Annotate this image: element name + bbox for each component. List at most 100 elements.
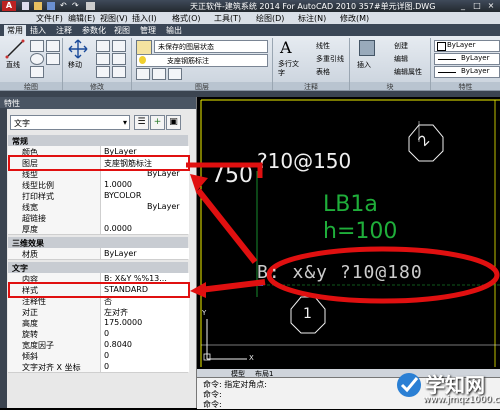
- group-block: 块: [350, 82, 430, 91]
- mtext-label: 多行文字: [278, 60, 299, 77]
- prop-value[interactable]: 0.8040: [100, 339, 189, 350]
- palette-side-strip[interactable]: [0, 108, 7, 408]
- prop-value[interactable]: 0.0000: [100, 223, 189, 234]
- line-tool-label: 直线: [6, 61, 20, 69]
- layer-current-combo[interactable]: 支座钢筋标注: [136, 54, 268, 67]
- prop-row-material[interactable]: 材质 ByLayer: [8, 248, 189, 260]
- mtext-tool[interactable]: A 多行文字: [276, 38, 302, 78]
- menu-insert[interactable]: 插入(I): [132, 13, 157, 24]
- line-tool[interactable]: 直线: [4, 38, 26, 69]
- menu-file[interactable]: 文件(F): [36, 13, 63, 24]
- prop-value[interactable]: 1.0000: [100, 179, 189, 190]
- close-button[interactable]: ×: [484, 1, 498, 11]
- circle-icon[interactable]: [30, 53, 44, 65]
- tab-view[interactable]: 视图: [114, 25, 130, 36]
- section-general[interactable]: 常规: [8, 135, 188, 146]
- tab-annotate[interactable]: 注释: [56, 25, 72, 36]
- menu-view[interactable]: 视图(V): [100, 13, 128, 24]
- prop-value[interactable]: [100, 212, 189, 223]
- quick-access-toolbar[interactable]: ↶ ↷: [22, 1, 114, 10]
- scale-icon[interactable]: [112, 66, 126, 78]
- prop-value[interactable]: 0: [100, 361, 189, 372]
- rebar-label-top[interactable]: ?10@150: [257, 149, 351, 173]
- selection-type-combo[interactable]: 文字 ▾: [10, 115, 130, 130]
- menu-edit[interactable]: 编辑(E): [68, 13, 95, 24]
- create-block-button[interactable]: 创建: [394, 41, 408, 51]
- minimize-button[interactable]: _: [456, 1, 470, 11]
- layer-tool-icon[interactable]: [136, 68, 150, 80]
- print-icon[interactable]: [86, 2, 95, 10]
- prop-row-text-align-x[interactable]: 文字对齐 X 坐标 0: [8, 361, 189, 373]
- prop-value[interactable]: 0: [100, 328, 189, 339]
- layer-tool-icon[interactable]: [152, 68, 166, 80]
- open-icon[interactable]: [34, 2, 42, 10]
- tab-manage[interactable]: 管理: [140, 25, 156, 36]
- move-tool-label: 移动: [68, 61, 82, 69]
- undo-icon[interactable]: ↶: [60, 1, 67, 10]
- menu-modify[interactable]: 修改(M): [340, 13, 369, 24]
- save-icon[interactable]: [47, 2, 55, 10]
- app-logo[interactable]: A: [2, 1, 16, 11]
- stretch-icon[interactable]: [96, 66, 110, 78]
- edit-block-button[interactable]: 编辑: [394, 54, 408, 64]
- prop-value[interactable]: 175.0000: [100, 317, 189, 328]
- linear-dim-button[interactable]: 线性: [316, 41, 330, 51]
- tab-output[interactable]: 输出: [166, 25, 182, 36]
- layer-state-value: 未保存的图层状态: [158, 43, 214, 51]
- group-annotation: 注释: [273, 82, 349, 91]
- edit-attributes-button[interactable]: 编辑属性: [394, 67, 422, 77]
- tab-insert[interactable]: 插入: [30, 25, 46, 36]
- copy-icon[interactable]: [96, 53, 110, 65]
- add-selection-icon[interactable]: +: [150, 115, 165, 130]
- menu-dimension[interactable]: 标注(N): [298, 13, 326, 24]
- tab-home[interactable]: 常用: [4, 25, 26, 36]
- slab-thickness-text[interactable]: h=100: [323, 219, 397, 244]
- arc-icon[interactable]: [30, 66, 44, 78]
- lineweight-combo[interactable]: ByLayer: [434, 66, 500, 78]
- axis-number-bottom: 1: [303, 306, 312, 322]
- prop-value[interactable]: 左对齐: [100, 306, 189, 317]
- section-3d-effects[interactable]: 三维效果: [8, 237, 188, 248]
- pickadd-toggle-icon[interactable]: ▣: [166, 115, 181, 130]
- command-prompt[interactable]: 命令:: [203, 399, 222, 410]
- palette-header[interactable]: 特性: [0, 97, 196, 109]
- ucs-x-label: X: [249, 354, 254, 362]
- new-icon[interactable]: [22, 2, 29, 10]
- prop-value[interactable]: 0: [100, 350, 189, 361]
- section-text[interactable]: 文字: [8, 262, 188, 273]
- drawing-canvas[interactable]: 750 ?10@150 LB1a h=100 B: x&y ?10@180 2 …: [197, 97, 500, 370]
- hatch-icon[interactable]: [46, 53, 60, 65]
- menu-tools[interactable]: 工具(T): [214, 13, 241, 24]
- dimension-text[interactable]: 750: [211, 163, 253, 188]
- maximize-button[interactable]: □: [470, 1, 484, 11]
- properties-palette: 特性 文字 ▾ ☰ + ▣ 常规 颜色 ByLayer 图层 支座钢筋标注 线型 By…: [0, 97, 197, 408]
- layer-state-combo[interactable]: 未保存的图层状态: [154, 40, 268, 53]
- linetype-combo[interactable]: ByLayer: [434, 53, 500, 65]
- ribbon-tabs: 常用 插入 注释 参数化 视图 管理 输出: [0, 24, 500, 36]
- prop-row-thickness[interactable]: 厚度 0.0000: [8, 223, 189, 235]
- menu-format[interactable]: 格式(O): [172, 13, 201, 24]
- style-highlight-box: [8, 282, 190, 298]
- prop-key: 文字对齐 X 坐标: [22, 363, 81, 372]
- mirror-icon[interactable]: [112, 53, 126, 65]
- insert-block-tool[interactable]: 插入: [354, 38, 378, 78]
- prop-value[interactable]: BYCOLOR: [100, 190, 189, 201]
- rebar-label-bottom[interactable]: B: x&y ?10@180: [257, 262, 423, 283]
- menu-draw[interactable]: 绘图(D): [256, 13, 284, 24]
- move-tool[interactable]: 移动: [66, 38, 90, 70]
- rotate-icon[interactable]: [96, 40, 110, 52]
- trim-icon[interactable]: [112, 40, 126, 52]
- redo-icon[interactable]: ↷: [72, 1, 79, 10]
- color-combo[interactable]: ByLayer: [434, 40, 500, 52]
- prop-value[interactable]: ByLayer: [100, 248, 189, 259]
- polyline-icon[interactable]: [30, 40, 44, 52]
- rectangle-icon[interactable]: [46, 40, 60, 52]
- quick-select-icon[interactable]: ☰: [134, 115, 149, 130]
- table-button[interactable]: 表格: [316, 67, 330, 77]
- tab-parametric[interactable]: 参数化: [82, 25, 106, 36]
- multileader-button[interactable]: 多重引线: [316, 54, 344, 64]
- prop-value[interactable]: ByLayer: [100, 201, 189, 212]
- layer-tool-icon[interactable]: [168, 68, 182, 80]
- slab-id-text[interactable]: LB1a: [323, 192, 378, 217]
- watermark: 学知网 www.jmqz1000.com: [395, 365, 500, 408]
